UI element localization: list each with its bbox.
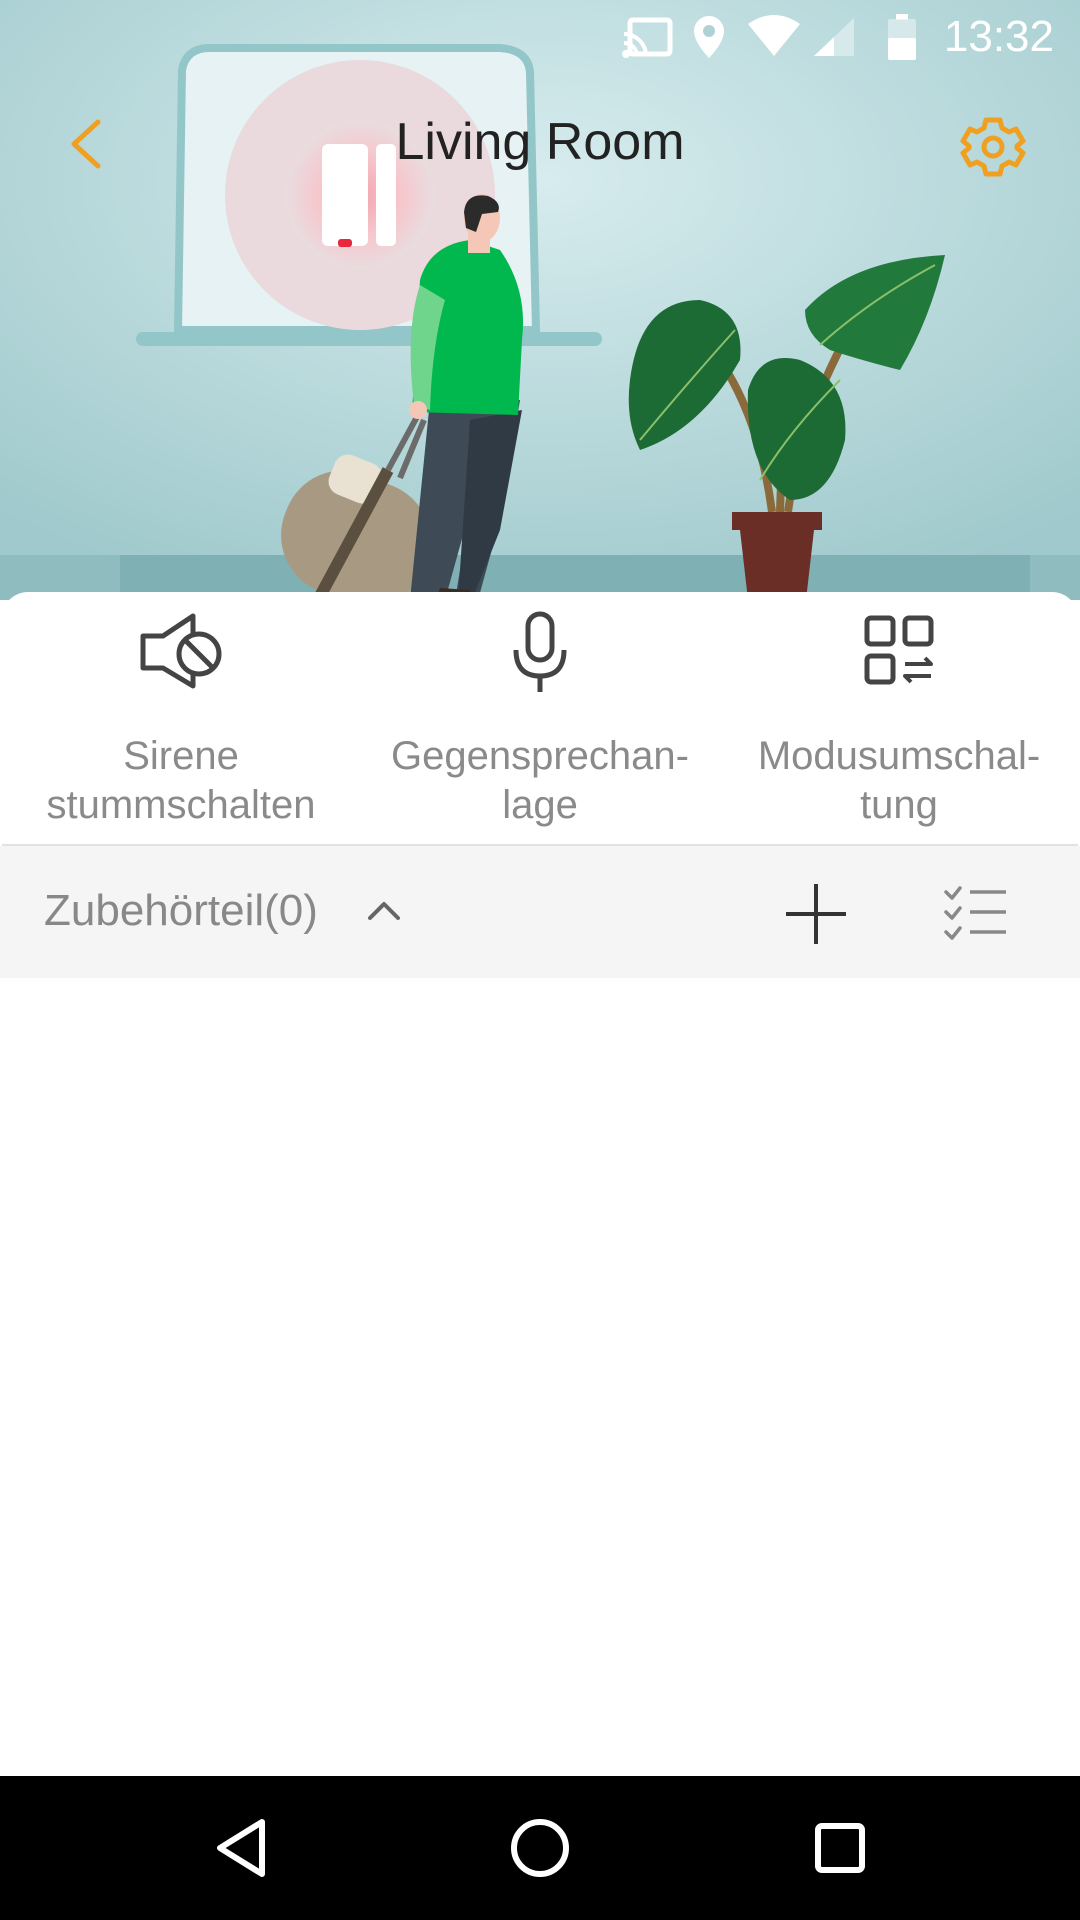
navigation-bar [0, 1776, 1080, 1920]
location-pin-icon [694, 16, 724, 58]
accessories-list [0, 978, 1080, 1776]
mute-siren-button[interactable]: Sirene stummschalten [2, 592, 360, 844]
home-circle-icon [511, 1819, 569, 1877]
mute-siren-label: Sirene stummschalten [2, 732, 360, 830]
intercom-label-text: Gegensprechan-lage [391, 734, 689, 827]
quick-actions-card: Sirene stummschalten Gegensprechan-lage [2, 592, 1078, 846]
page-title: Living Room [395, 113, 685, 171]
recents-square-icon [815, 1823, 865, 1873]
gear-icon [960, 117, 1026, 177]
cell-signal-icon [814, 18, 854, 56]
intercom-label: Gegensprechan-lage [361, 732, 719, 830]
mode-switch-icon [864, 615, 934, 685]
screen: 13:32 Living Room Sirene stummschalten G… [0, 0, 1080, 1920]
checklist-icon [944, 886, 1006, 940]
status-bar: 13:32 [0, 0, 1080, 75]
intercom-button[interactable]: Gegensprechan-lage [361, 592, 719, 844]
mode-switch-label-text: Modusumschal-tung [757, 734, 1041, 827]
speaker-muted-icon [140, 613, 222, 689]
accessories-title[interactable]: Zubehörteil(0) [44, 886, 318, 936]
settings-button[interactable] [958, 112, 1028, 182]
back-button[interactable] [54, 108, 118, 180]
chevron-up-icon [368, 902, 400, 920]
wifi-icon [748, 15, 800, 56]
mode-switch-button[interactable]: Modusumschal-tung [720, 592, 1078, 844]
cast-icon [622, 17, 673, 58]
nav-recents-button[interactable] [790, 1798, 890, 1898]
plus-icon [786, 884, 846, 944]
accessories-header: Zubehörteil(0) [0, 846, 1080, 978]
add-accessory-button[interactable] [780, 878, 852, 950]
nav-home-button[interactable] [490, 1798, 590, 1898]
accessories-toggle[interactable] [362, 890, 406, 934]
chevron-left-icon [71, 119, 101, 169]
status-time: 13:32 [943, 12, 1054, 61]
hero-illustration [0, 0, 1080, 600]
edit-accessories-button[interactable] [940, 878, 1012, 950]
back-triangle-icon [217, 1819, 265, 1877]
microphone-icon [513, 611, 567, 692]
hero-banner: 13:32 Living Room [0, 0, 1080, 600]
mute-siren-label-text: Sirene stummschalten [46, 734, 316, 827]
battery-icon [888, 14, 916, 60]
nav-back-button[interactable] [192, 1798, 292, 1898]
mode-switch-label: Modusumschal-tung [720, 732, 1078, 830]
